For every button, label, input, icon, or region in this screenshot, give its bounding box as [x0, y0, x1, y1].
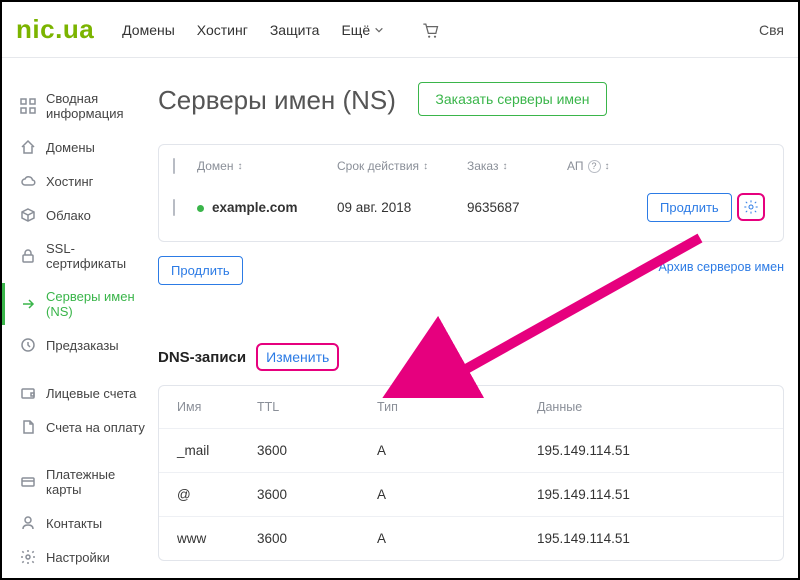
page-title: Серверы имен (NS): [158, 85, 396, 116]
gear-icon: [20, 549, 36, 565]
domain-cell[interactable]: example.com: [197, 200, 337, 215]
sidebar-item[interactable]: SSL-сертификаты: [20, 232, 150, 280]
sidebar-item-label: Предзаказы: [46, 338, 119, 353]
order-cell: 9635687: [467, 200, 567, 215]
sidebar-item-label: Контакты: [46, 516, 102, 531]
sidebar-item-label: Хостинг: [46, 174, 93, 189]
sidebar-item[interactable]: Предзаказы: [20, 328, 150, 362]
sidebar-item[interactable]: Сводная информация: [20, 82, 150, 130]
nav-contact[interactable]: Свя: [759, 22, 784, 38]
top-nav: nic.ua Домены Хостинг Защита Ещё Свя: [2, 2, 798, 58]
user-icon: [20, 515, 36, 531]
status-dot: [197, 205, 204, 212]
arrow-right-icon: [20, 296, 36, 312]
sidebar-item[interactable]: Серверы имен (NS): [20, 280, 150, 328]
sidebar-item[interactable]: Хостинг: [20, 164, 150, 198]
sidebar-item-label: SSL-сертификаты: [46, 241, 150, 271]
cart-icon[interactable]: [420, 20, 440, 40]
card-icon: [20, 474, 36, 490]
nav-domains[interactable]: Домены: [122, 22, 175, 38]
dns-table: Имя TTL Тип Данные _mail3600A195.149.114…: [158, 385, 784, 561]
sidebar-item[interactable]: Облако: [20, 198, 150, 232]
dns-type: A: [377, 487, 537, 502]
sidebar-item[interactable]: Домены: [20, 130, 150, 164]
sidebar-item[interactable]: Счета на оплату: [20, 410, 150, 444]
nav-more-label: Ещё: [341, 22, 370, 38]
sidebar-item-label: Сводная информация: [46, 91, 150, 121]
logo[interactable]: nic.ua: [16, 14, 94, 45]
col-domain[interactable]: Домен↕: [197, 159, 337, 173]
wallet-icon: [20, 385, 36, 401]
dns-name: @: [177, 487, 257, 502]
chevron-down-icon: [374, 25, 384, 35]
content: Серверы имен (NS) Заказать серверы имен …: [150, 58, 798, 578]
gear-icon: [743, 199, 759, 215]
home-icon: [20, 139, 36, 155]
checkbox-all[interactable]: [173, 158, 175, 174]
renew-below-button[interactable]: Продлить: [158, 256, 243, 285]
sidebar-item[interactable]: Платежные карты: [20, 458, 150, 506]
dns-row: @3600A195.149.114.51: [159, 473, 783, 517]
renew-button[interactable]: Продлить: [647, 193, 732, 222]
sidebar-item[interactable]: Лицевые счета: [20, 376, 150, 410]
nav-security[interactable]: Защита: [270, 22, 320, 38]
order-ns-button[interactable]: Заказать серверы имен: [418, 82, 606, 116]
dns-row: www3600A195.149.114.51: [159, 517, 783, 560]
sidebar-item-label: Настройки: [46, 550, 110, 565]
grid-icon: [20, 98, 36, 114]
sidebar-item-label: Серверы имен (NS): [46, 289, 150, 319]
dns-type: A: [377, 531, 537, 546]
logo-dot: .: [55, 14, 63, 44]
sidebar-item-label: Платежные карты: [46, 467, 150, 497]
nav-hosting[interactable]: Хостинг: [197, 22, 248, 38]
file-icon: [20, 419, 36, 435]
sidebar-item[interactable]: Настройки: [20, 540, 150, 574]
logo-main: nic: [16, 14, 55, 44]
logo-ua: ua: [63, 14, 94, 44]
clock-icon: [20, 337, 36, 353]
dns-data: 195.149.114.51: [537, 531, 765, 546]
sidebar-item[interactable]: Контакты: [20, 506, 150, 540]
cube-icon: [20, 207, 36, 223]
sidebar-item-label: Счета на оплату: [46, 420, 145, 435]
lock-icon: [20, 248, 36, 264]
dns-type: A: [377, 443, 537, 458]
dns-section: DNS-записи Изменить Имя TTL Тип Данные _…: [158, 343, 784, 561]
sidebar: Сводная информация Домены Хостинг Облако SSL…: [2, 58, 150, 578]
dns-name: www: [177, 531, 257, 546]
sidebar-item-label: Домены: [46, 140, 95, 155]
ns-table-head: Домен↕ Срок действия↕ Заказ↕ АП?↕: [173, 145, 769, 183]
dns-title: DNS-записи: [158, 349, 246, 366]
nav-more[interactable]: Ещё: [341, 22, 384, 38]
dns-data: 195.149.114.51: [537, 487, 765, 502]
dns-ttl: 3600: [257, 443, 377, 458]
table-row: example.com 09 авг. 2018 9635687 Продлит…: [173, 183, 769, 231]
top-menu: Домены Хостинг Защита Ещё: [122, 20, 440, 40]
dns-ttl: 3600: [257, 531, 377, 546]
checkbox-row[interactable]: [173, 199, 175, 216]
dns-ttl: 3600: [257, 487, 377, 502]
dns-name: _mail: [177, 443, 257, 458]
col-order[interactable]: Заказ↕: [467, 159, 567, 173]
col-expiry[interactable]: Срок действия↕: [337, 159, 467, 173]
dns-data: 195.149.114.51: [537, 443, 765, 458]
expiry-cell: 09 авг. 2018: [337, 200, 467, 215]
sidebar-item-label: Облако: [46, 208, 91, 223]
cloud-icon: [20, 173, 36, 189]
dns-table-head: Имя TTL Тип Данные: [159, 386, 783, 429]
col-ap: АП?↕: [567, 159, 647, 173]
row-settings-button[interactable]: [737, 193, 765, 221]
sidebar-item-label: Лицевые счета: [46, 386, 136, 401]
archive-link[interactable]: Архив серверов имен: [658, 260, 784, 274]
dns-row: _mail3600A195.149.114.51: [159, 429, 783, 473]
ns-table: Домен↕ Срок действия↕ Заказ↕ АП?↕ exampl…: [158, 144, 784, 242]
dns-edit-button[interactable]: Изменить: [256, 343, 339, 371]
